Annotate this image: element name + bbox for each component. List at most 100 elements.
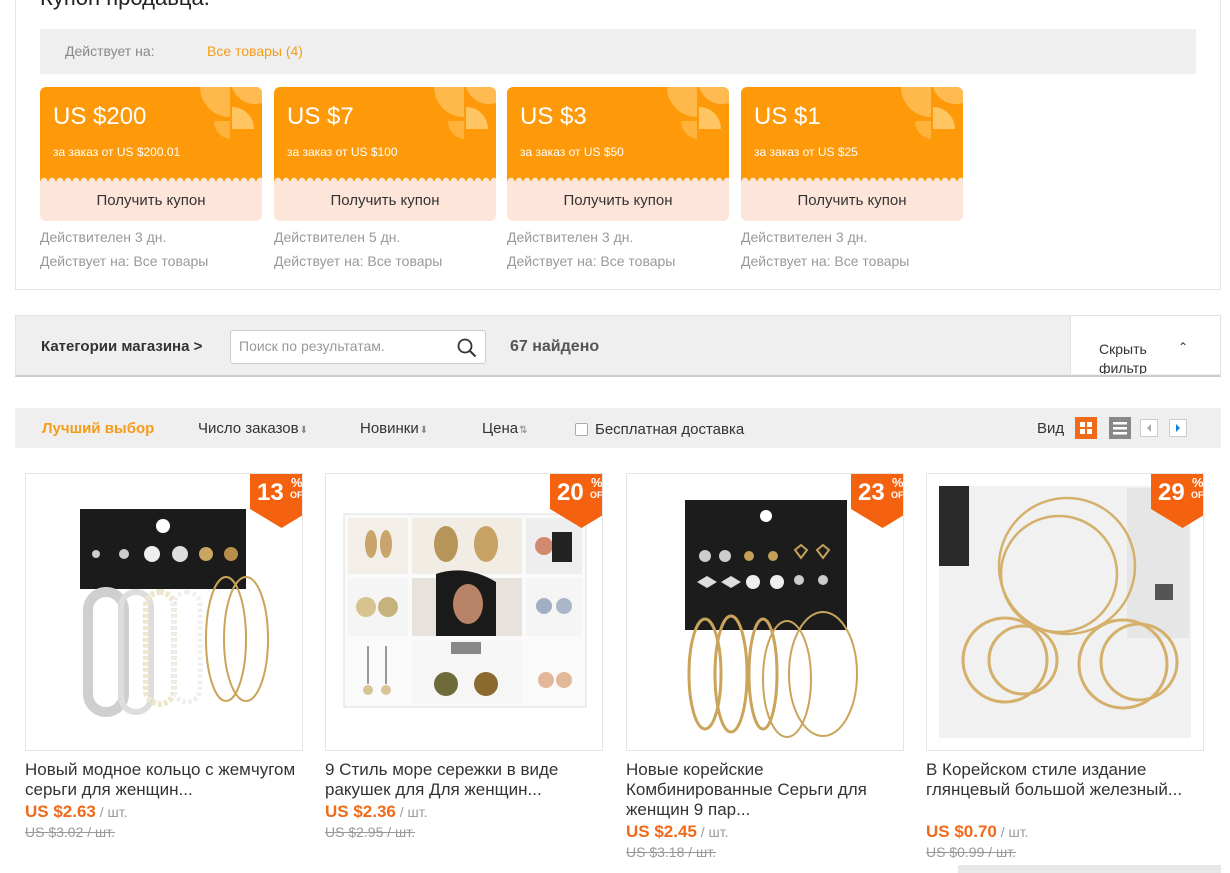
- sort-orders-label: Число заказов: [198, 420, 299, 437]
- coupon-wave-edge: [40, 175, 262, 181]
- coupon-validity: Действителен 5 дн.: [274, 229, 401, 245]
- product-image[interactable]: 13 % OFF: [25, 473, 303, 751]
- discount-value: 23: [858, 479, 885, 506]
- product-image[interactable]: 20 % OFF: [325, 473, 603, 751]
- search-input[interactable]: [239, 338, 449, 354]
- grid-view-button[interactable]: [1075, 417, 1097, 439]
- discount-value: 20: [557, 479, 584, 506]
- sort-newest[interactable]: Новинки⬇: [360, 420, 428, 437]
- discount-off: OFF: [1191, 490, 1204, 500]
- old-price: US $0.99 / шт.: [926, 844, 1017, 860]
- old-price: US $3.18 / шт.: [626, 844, 717, 860]
- free-shipping-label: Бесплатная доставка: [595, 421, 745, 438]
- discount-off: OFF: [290, 490, 303, 500]
- coupon-validity: Действителен 3 дн.: [741, 229, 868, 245]
- current-price: US $0.70: [926, 822, 997, 841]
- next-page-button[interactable]: [1169, 419, 1187, 437]
- chevron-left-icon: [1147, 424, 1151, 432]
- sort-price[interactable]: Цена⇅: [482, 420, 527, 437]
- sort-bar: Лучший выбор Число заказов⬇ Новинки⬇ Цен…: [15, 408, 1221, 448]
- coupon-wave-edge: [741, 175, 963, 181]
- store-categories-link[interactable]: Категории магазина >: [41, 338, 202, 355]
- coupon-card: US $1 за заказ от US $25 Получить купон …: [741, 87, 963, 273]
- coupon-applies: Действует на: Все товары: [40, 253, 209, 269]
- search-box: [230, 330, 486, 364]
- product-image[interactable]: 23 % OFF: [626, 473, 904, 751]
- hide-filter-label: Скрыть фильтр: [1099, 341, 1147, 374]
- coupons-title: Купон продавца.: [40, 0, 210, 11]
- get-coupon-button[interactable]: Получить купон: [741, 181, 963, 221]
- price-unit: / шт.: [95, 804, 128, 820]
- free-shipping-checkbox[interactable]: [575, 423, 588, 436]
- discount-percent: %: [291, 475, 303, 490]
- get-coupon-button[interactable]: Получить купон: [507, 181, 729, 221]
- product-card[interactable]: 29 % OFF В Корейском стиле издание глянц…: [926, 473, 1204, 860]
- list-view-icon: [1113, 422, 1127, 435]
- price-unit: / шт.: [696, 824, 729, 840]
- discount-value: 13: [257, 479, 284, 506]
- sort-newest-label: Новинки: [360, 420, 419, 437]
- free-shipping-filter[interactable]: Бесплатная доставка: [575, 421, 744, 438]
- list-view-button[interactable]: [1109, 417, 1131, 439]
- coupon-validity: Действителен 3 дн.: [40, 229, 167, 245]
- current-price: US $2.36: [325, 802, 396, 821]
- coupon-face: US $1 за заказ от US $25: [741, 87, 963, 181]
- price-unit: / шт.: [996, 824, 1029, 840]
- current-price: US $2.63: [25, 802, 96, 821]
- hide-filter-button[interactable]: Скрыть фильтр ⌃: [1070, 316, 1220, 374]
- sort-orders[interactable]: Число заказов⬇: [198, 420, 308, 437]
- search-icon[interactable]: [457, 338, 477, 358]
- product-title[interactable]: Новые корейские Комбинированные Серьги д…: [626, 760, 904, 820]
- results-count: 67 найдено: [510, 338, 600, 355]
- get-coupon-button[interactable]: Получить купон: [274, 181, 496, 221]
- coupon-decoration-icon: [200, 87, 262, 139]
- discount-percent: %: [591, 475, 603, 490]
- product-title[interactable]: 9 Стиль море сережки в виде ракушек для …: [325, 760, 603, 800]
- product-title[interactable]: В Корейском стиле издание глянцевый боль…: [926, 760, 1204, 820]
- coupon-decoration-icon: [434, 87, 496, 139]
- coupon-face: US $3 за заказ от US $50: [507, 87, 729, 181]
- chevron-up-icon: ⌃: [1178, 340, 1189, 354]
- coupon-condition: за заказ от US $25: [754, 145, 858, 159]
- product-image[interactable]: 29 % OFF: [926, 473, 1204, 751]
- coupon-wave-edge: [507, 175, 729, 181]
- coupon-applies: Действует на: Все товары: [507, 253, 676, 269]
- coupon-card: US $3 за заказ от US $50 Получить купон …: [507, 87, 729, 273]
- coupon-validity: Действителен 3 дн.: [507, 229, 634, 245]
- coupon-amount: US $200: [53, 103, 147, 130]
- applies-label: Действует на:: [65, 43, 155, 59]
- product-title[interactable]: Новый модное кольцо с жемчугом серьги дл…: [25, 760, 303, 800]
- coupon-face: US $200 за заказ от US $200.01: [40, 87, 262, 181]
- bottom-scroll-strip: [958, 865, 1221, 873]
- coupon-decoration-icon: [667, 87, 729, 139]
- coupon-amount: US $7: [287, 103, 354, 130]
- product-price: US $2.45 / шт.: [626, 822, 904, 842]
- all-products-link[interactable]: Все товары (4): [207, 43, 303, 59]
- coupon-applies: Действует на: Все товары: [741, 253, 910, 269]
- sort-updown-icon: ⇅: [519, 425, 528, 436]
- product-card[interactable]: 23 % OFF Новые корейские Комбинированные…: [626, 473, 904, 860]
- product-price: US $2.63 / шт.: [25, 802, 303, 822]
- old-price: US $3.02 / шт.: [25, 824, 116, 840]
- seller-coupons-panel: Купон продавца. Действует на: Все товары…: [15, 0, 1221, 290]
- sort-price-label: Цена: [482, 420, 519, 437]
- view-label: Вид: [1037, 420, 1065, 437]
- sort-best-match[interactable]: Лучший выбор: [42, 420, 154, 437]
- coupon-amount: US $1: [754, 103, 821, 130]
- product-price: US $0.70 / шт.: [926, 822, 1204, 842]
- product-card[interactable]: 13 % OFF Новый модное кольцо с жемчугом …: [25, 473, 303, 840]
- discount-off: OFF: [891, 490, 904, 500]
- coupon-decoration-icon: [901, 87, 963, 139]
- chevron-right-icon: [1176, 424, 1180, 432]
- prev-page-button[interactable]: [1140, 419, 1158, 437]
- coupon-card: US $200 за заказ от US $200.01 Получить …: [40, 87, 262, 273]
- coupon-condition: за заказ от US $200.01: [53, 145, 181, 159]
- get-coupon-button[interactable]: Получить купон: [40, 181, 262, 221]
- discount-percent: %: [1192, 475, 1204, 490]
- discount-percent: %: [892, 475, 904, 490]
- product-price: US $2.36 / шт.: [325, 802, 603, 822]
- coupon-card: US $7 за заказ от US $100 Получить купон…: [274, 87, 496, 273]
- product-card[interactable]: 20 % OFF 9 Стиль море сережки в виде рак…: [325, 473, 603, 840]
- current-price: US $2.45: [626, 822, 697, 841]
- filter-bar: Категории магазина > 67 найдено Скрыть ф…: [15, 315, 1221, 377]
